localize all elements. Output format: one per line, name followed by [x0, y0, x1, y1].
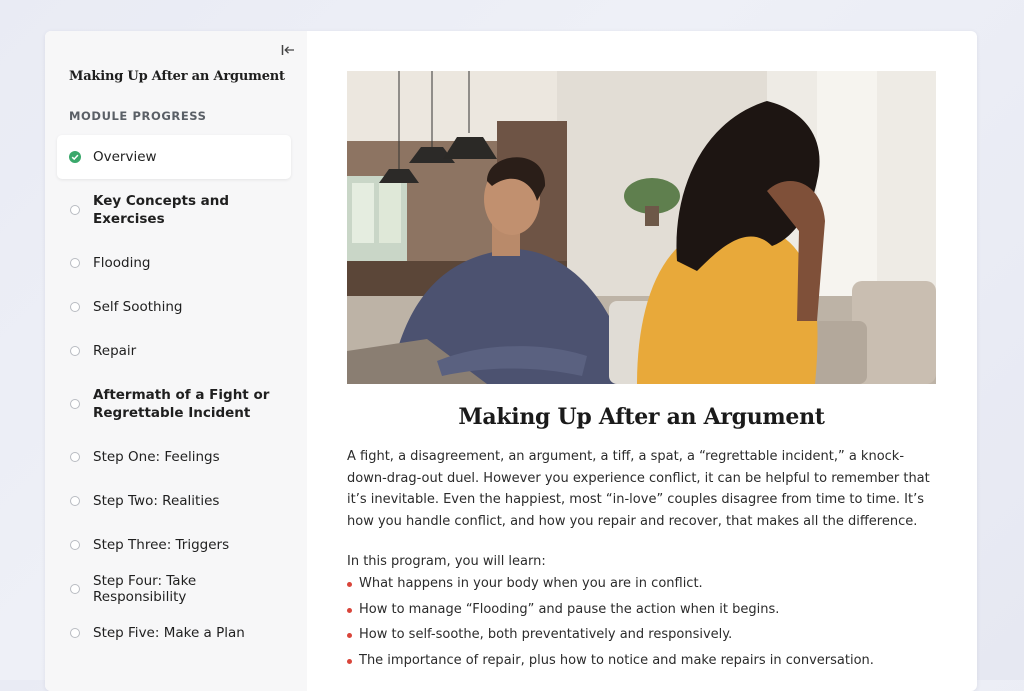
incomplete-circle-icon: [70, 205, 80, 215]
article-title: Making Up After an Argument: [458, 404, 825, 430]
nav-item-flooding[interactable]: Flooding: [57, 241, 291, 285]
list-item-text: How to self-soothe, both preventatively …: [359, 627, 733, 642]
nav-item-label: Step Five: Make a Plan: [93, 625, 245, 641]
nav-item-step-four[interactable]: Step Four: Take Responsibility: [57, 567, 291, 611]
incomplete-circle-icon: [70, 584, 80, 594]
bullet-icon: [347, 658, 352, 664]
bullet-icon: [347, 607, 352, 613]
list-item: How to manage “Flooding” and pause the a…: [347, 597, 936, 623]
nav-item-step-three[interactable]: Step Three: Triggers: [57, 523, 291, 567]
course-card: Making Up After an Argument MODULE PROGR…: [45, 31, 977, 691]
learning-list: What happens in your body when you are i…: [347, 571, 936, 673]
nav-item-label: Step Four: Take Responsibility: [93, 573, 197, 605]
learn-intro: In this program, you will learn:: [347, 554, 546, 569]
list-item: The importance of repair, plus how to no…: [347, 648, 936, 674]
nav-item-repair[interactable]: Repair: [57, 329, 291, 373]
nav-item-key-concepts[interactable]: Key Concepts and Exercises: [57, 179, 291, 241]
nav-item-label: Key Concepts and Exercises: [93, 193, 230, 227]
nav-item-step-five[interactable]: Step Five: Make a Plan: [57, 611, 291, 655]
bullet-icon: [347, 582, 352, 587]
lesson-content: Making Up After an Argument A fight, a d…: [347, 71, 936, 673]
collapse-sidebar-icon: [281, 45, 294, 55]
hero-image: [347, 71, 936, 384]
nav-item-self-soothing[interactable]: Self Soothing: [57, 285, 291, 329]
list-item: What happens in your body when you are i…: [347, 571, 936, 597]
incomplete-circle-icon: [70, 628, 80, 638]
incomplete-circle-icon: [70, 452, 80, 462]
module-progress-label: MODULE PROGRESS: [69, 109, 207, 123]
nav-item-label: Overview: [93, 149, 157, 165]
nav-item-label: Aftermath of a Fight or Regrettable Inci…: [93, 387, 270, 421]
nav-item-overview[interactable]: Overview: [57, 135, 291, 179]
nav-item-step-two[interactable]: Step Two: Realities: [57, 479, 291, 523]
module-sidebar: Making Up After an Argument MODULE PROGR…: [45, 31, 307, 691]
nav-item-label: Step Three: Triggers: [93, 537, 230, 553]
nav-item-label: Self Soothing: [93, 299, 183, 315]
list-item: How to self-soothe, both preventatively …: [347, 622, 936, 648]
incomplete-circle-icon: [70, 258, 80, 268]
bullet-icon: [347, 633, 352, 638]
list-item-text: How to manage “Flooding” and pause the a…: [359, 601, 780, 617]
collapse-sidebar-button[interactable]: [278, 40, 298, 60]
nav-item-aftermath[interactable]: Aftermath of a Fight or Regrettable Inci…: [57, 373, 291, 435]
check-circle-icon: [69, 151, 81, 163]
list-item-text: The importance of repair, plus how to no…: [359, 652, 874, 668]
module-nav: Overview Key Concepts and Exercises Floo…: [57, 135, 291, 655]
incomplete-circle-icon: [70, 302, 80, 312]
list-item-text: What happens in your body when you are i…: [359, 576, 703, 591]
nav-item-label: Repair: [93, 343, 137, 359]
incomplete-circle-icon: [70, 540, 80, 550]
incomplete-circle-icon: [70, 496, 80, 506]
nav-item-label: Step Two: Realities: [93, 493, 220, 509]
nav-item-label: Flooding: [93, 255, 151, 271]
incomplete-circle-icon: [70, 399, 80, 409]
intro-paragraph: A fight, a disagreement, an argument, a …: [347, 449, 930, 529]
nav-item-step-one[interactable]: Step One: Feelings: [57, 435, 291, 479]
incomplete-circle-icon: [70, 346, 80, 356]
nav-item-label: Step One: Feelings: [93, 449, 220, 465]
course-title: Making Up After an Argument: [69, 69, 285, 84]
